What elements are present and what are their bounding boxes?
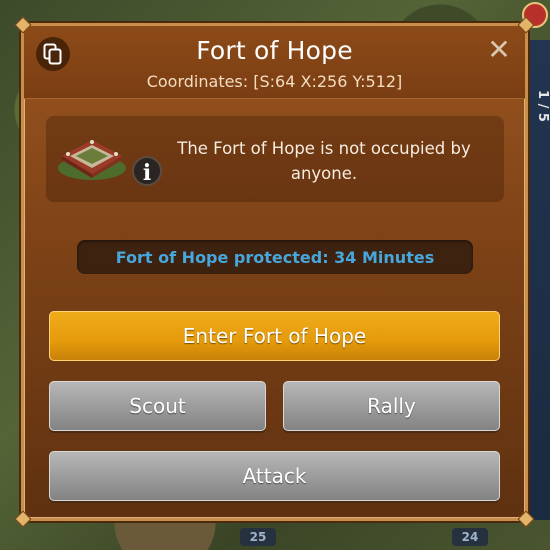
close-button[interactable]: ✕ bbox=[487, 36, 511, 64]
protection-status: Fort of Hope protected: 34 Minutes bbox=[77, 240, 473, 274]
rally-button[interactable]: Rally bbox=[283, 381, 500, 431]
coordinates-text: Coordinates: [S:64 X:256 Y:512] bbox=[146, 72, 403, 91]
attack-button-label: Attack bbox=[242, 464, 307, 488]
info-panel: i The Fort of Hope is not occupied by an… bbox=[46, 116, 504, 202]
map-marker-24[interactable]: 24 bbox=[452, 528, 488, 546]
fort-icon[interactable] bbox=[54, 124, 130, 184]
fort-dialog: Fort of Hope Coordinates: [S:64 X:256 Y:… bbox=[14, 16, 535, 528]
side-counter: 1 / 5 bbox=[535, 90, 550, 122]
attack-button[interactable]: Attack bbox=[49, 451, 500, 501]
map-marker-25[interactable]: 25 bbox=[240, 528, 276, 546]
dialog-title: Fort of Hope bbox=[196, 36, 353, 65]
scout-button-label: Scout bbox=[129, 394, 186, 418]
occupation-status-text: The Fort of Hope is not occupied by anyo… bbox=[177, 139, 471, 183]
scout-button[interactable]: Scout bbox=[49, 381, 266, 431]
close-icon: ✕ bbox=[487, 33, 511, 66]
rally-button-label: Rally bbox=[367, 394, 416, 418]
dialog-header: Fort of Hope Coordinates: [S:64 X:256 Y:… bbox=[24, 26, 525, 99]
info-icon[interactable]: i bbox=[132, 156, 162, 186]
enter-fort-button-label: Enter Fort of Hope bbox=[182, 324, 367, 348]
enter-fort-button[interactable]: Enter Fort of Hope bbox=[49, 311, 500, 361]
